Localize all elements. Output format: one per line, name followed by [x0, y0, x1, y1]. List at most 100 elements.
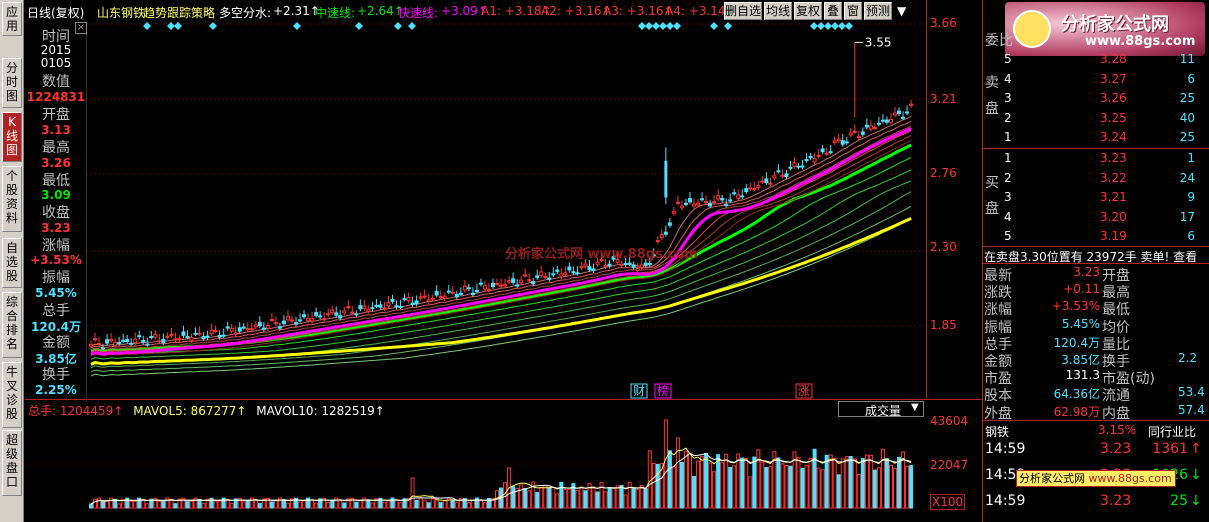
candle-body-5 [109, 339, 114, 342]
buy-row-0-col-0: 1 [1004, 151, 1012, 165]
signal-diamond-3 [209, 22, 217, 30]
candle-body-75 [390, 298, 395, 302]
volume-bar-186 [836, 474, 841, 509]
peer-compare[interactable]: 同行业比 [1148, 423, 1196, 440]
volume-bar-200 [893, 467, 897, 509]
candle-body-199 [888, 118, 893, 123]
volume-bar-154 [708, 462, 713, 509]
volume-bar-94 [466, 502, 471, 509]
overlay-button[interactable]: 叠 [824, 2, 842, 20]
candle-body-1 [93, 338, 98, 341]
left-nav: 应用分时图 K线图个股资料自选股综合排名牛叉诊股 超级盘口 [0, 0, 24, 522]
volume-bar-177 [800, 467, 805, 509]
quote-row-1-col-1: +0.11 [1063, 282, 1100, 297]
price-tick-4: 1.85 [930, 318, 957, 332]
volume-bar-169 [768, 466, 773, 509]
nav-item-1[interactable]: 分时图 [2, 58, 22, 108]
candle-body-68 [362, 305, 367, 309]
candle-body-121 [575, 272, 580, 275]
candle-body-71 [374, 304, 379, 307]
candle-body-167 [760, 180, 765, 183]
buy-row-1-col-1[interactable]: 3.22 [1100, 171, 1127, 185]
volume-bar-4 [105, 500, 110, 509]
adjust-button[interactable]: 复权 [794, 2, 822, 20]
volume-bar-53 [302, 500, 307, 509]
remove-favorite-button[interactable]: 删自选 [724, 2, 762, 20]
kline-chart[interactable]: 3.55 财榜 涨 分析家公式网 www.88gs.com [87, 22, 927, 400]
nav-item-7[interactable]: 超级盘口 [2, 430, 22, 496]
volume-bar-133 [623, 494, 628, 509]
volume-bar-135 [631, 488, 636, 509]
candle-body-135 [631, 264, 636, 268]
sell-row-0-col-1[interactable]: 3.28 [1100, 52, 1127, 66]
stock-name: 山东钢铁 [97, 6, 146, 20]
candle-body-200 [893, 112, 897, 116]
candle-body-168 [764, 178, 769, 184]
volume-label: 总手 [42, 303, 70, 319]
buy-row-0-col-1[interactable]: 3.23 [1100, 151, 1127, 165]
indicator-select[interactable]: 成交量 ▼ [838, 401, 924, 418]
buy-row-3-col-1[interactable]: 3.20 [1100, 210, 1127, 224]
volume-bar-108 [523, 488, 528, 509]
sell-row-1-col-1[interactable]: 3.27 [1100, 72, 1127, 86]
signal-diamond-16 [810, 22, 818, 30]
volume-bar-188 [844, 456, 849, 509]
volume-bar-140 [651, 463, 656, 509]
forecast-button[interactable]: 预测 [864, 2, 892, 20]
volume-bar-132 [619, 484, 624, 509]
dropdown-arrow-icon[interactable]: ▼ [897, 4, 906, 18]
nav-item-0[interactable]: 应用 [2, 2, 22, 36]
candle-body-87 [438, 296, 443, 299]
candle-body-102 [499, 284, 504, 287]
nav-item-3[interactable]: 个股资料 [2, 166, 22, 232]
candle-body-88 [442, 295, 447, 299]
volume-bar-150 [692, 475, 696, 509]
nav-item-5[interactable]: 综合排名 [2, 292, 22, 358]
signal-diamond-15 [724, 22, 732, 30]
candle-body-67 [358, 305, 363, 310]
volume-bar-97 [478, 499, 483, 509]
volume-bar-196 [876, 467, 881, 509]
event-marker-2: 涨 [798, 383, 810, 398]
event-marker-1: 榜 [657, 383, 669, 398]
volume-bar-113 [543, 485, 548, 509]
candle-body-6 [113, 342, 118, 346]
close-panel-button[interactable]: × [75, 22, 87, 34]
buy-row-2-col-1[interactable]: 3.21 [1100, 190, 1127, 204]
sell-row-3-col-1[interactable]: 3.25 [1100, 111, 1127, 125]
sell-row-1-col-2: 6 [1187, 71, 1195, 86]
volume-bar-74 [386, 499, 391, 509]
candle-body-45 [269, 318, 274, 321]
ma-button[interactable]: 均线 [764, 2, 792, 20]
candle-body-162 [740, 195, 745, 198]
sector-name[interactable]: 钢铁 [985, 423, 1009, 440]
window-button[interactable]: 窗 [844, 2, 862, 20]
candle-body-113 [543, 275, 548, 278]
candle-body-34 [225, 326, 230, 329]
nav-item-2[interactable]: K线图 [2, 112, 22, 162]
sell-row-4-col-1[interactable]: 3.24 [1100, 130, 1127, 144]
ma-red-4 [90, 134, 912, 355]
low-value: 3.09 [41, 188, 71, 202]
sell-row-2-col-1[interactable]: 3.26 [1100, 91, 1127, 105]
candle-body-4 [105, 339, 110, 344]
quote-row-8-col-1: 62.98万 [1053, 404, 1100, 419]
volume-bar-38 [241, 501, 246, 509]
candle-body-154 [708, 202, 713, 207]
volume-bar-2 [97, 497, 102, 509]
footer-logo-text: 分析家公式网 [1019, 472, 1085, 485]
sell-row-1-col-0: 4 [1004, 71, 1012, 86]
nav-item-6[interactable]: 牛叉诊股 [2, 362, 22, 428]
buy-row-4-col-1[interactable]: 3.19 [1100, 229, 1127, 243]
low-label: 最低 [42, 173, 70, 189]
volume-bar-76 [394, 499, 399, 509]
ma-red-3 [90, 130, 912, 353]
big-order-notice-text: 在卖盘3.30位置有 23972手 卖单! 查看 [984, 250, 1198, 264]
candle-body-54 [306, 318, 311, 322]
logo-url: www.88gs.com [1085, 34, 1196, 49]
candle-body-21 [173, 338, 178, 341]
volume-chart[interactable] [25, 418, 926, 510]
period-label[interactable]: 日线(复权) [27, 4, 84, 21]
candle-body-185 [832, 140, 837, 144]
nav-item-4[interactable]: 自选股 [2, 238, 22, 288]
